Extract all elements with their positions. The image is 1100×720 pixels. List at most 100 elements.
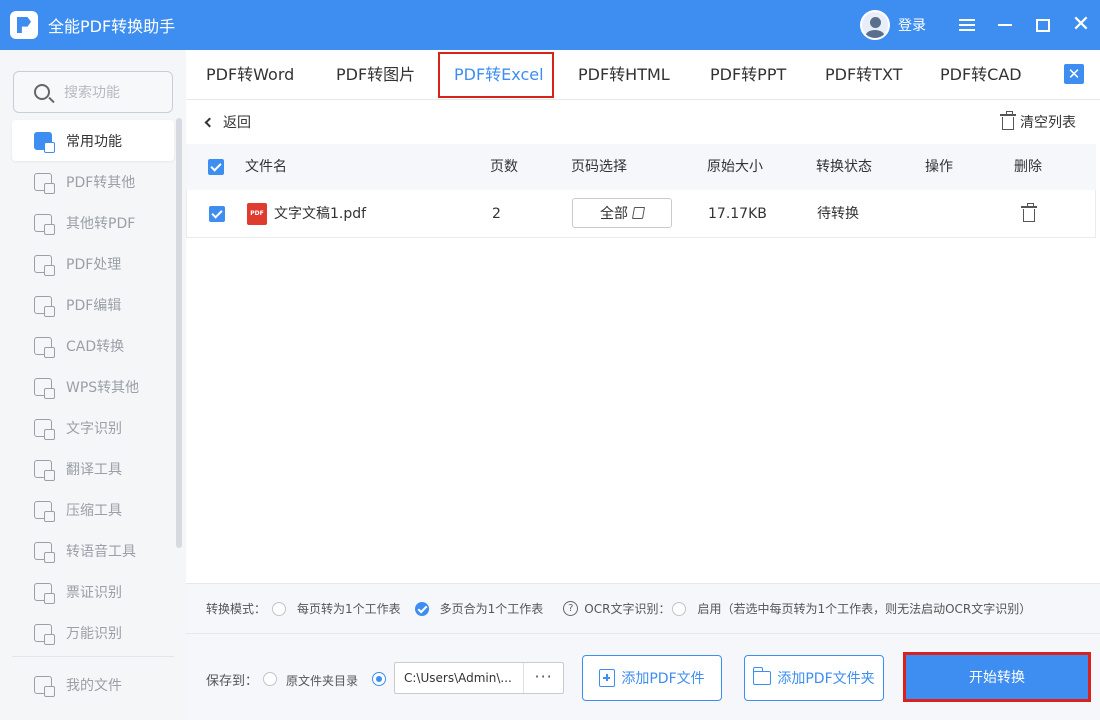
maximize-button[interactable]: [1024, 0, 1062, 50]
conversion-tabs: PDF转Word PDF转图片 PDF转Excel PDF转HTML PDF转P…: [186, 50, 1100, 100]
close-tab-icon[interactable]: ✕: [1064, 64, 1084, 84]
translate-icon: [34, 459, 55, 481]
maximize-icon: [1036, 18, 1050, 32]
sidebar-item-label: PDF处理: [66, 256, 122, 273]
clear-list-button[interactable]: 清空列表: [1000, 111, 1076, 132]
mode-option2-radio[interactable]: [414, 601, 429, 616]
common-functions-icon: [34, 131, 55, 153]
sidebar-item-pdf-process[interactable]: PDF处理: [12, 243, 174, 284]
header-pages: 页数: [490, 159, 518, 175]
close-icon: ✕: [1071, 12, 1091, 37]
mode-label: 转换模式：: [206, 602, 267, 616]
table-row: PDF 文字文稿1.pdf 2 全部 17.17KB 待转换: [186, 190, 1096, 238]
conversion-mode-bar: 转换模式： 每页转为1个工作表 多页合为1个工作表 ? OCR文字识别： 启用（…: [186, 583, 1100, 633]
pdf-edit-icon: [34, 295, 55, 317]
custom-dir-radio[interactable]: [372, 672, 386, 686]
page-count: 2: [492, 206, 501, 222]
sidebar-item-label: WPS转其他: [66, 379, 140, 396]
tab-pdf-to-ppt[interactable]: PDF转PPT: [710, 50, 786, 100]
delete-row-icon[interactable]: [1021, 203, 1037, 222]
sidebar-item-speech[interactable]: 转语音工具: [12, 530, 174, 571]
back-label: 返回: [223, 115, 251, 131]
sidebar-item-label: 文字识别: [66, 420, 122, 437]
page-select-label: 全部: [600, 206, 628, 222]
other-to-pdf-icon: [34, 213, 55, 235]
ocr-label: OCR文字识别：: [584, 602, 671, 616]
sidebar-item-cad[interactable]: CAD转换: [12, 325, 174, 366]
search-placeholder: 搜索功能: [64, 85, 120, 101]
tab-pdf-to-html[interactable]: PDF转HTML: [578, 50, 670, 100]
chevron-left-icon: [204, 117, 215, 127]
speech-icon: [34, 541, 55, 563]
sidebar-item-pdf-to-other[interactable]: PDF转其他: [12, 161, 174, 202]
edit-icon: [631, 207, 646, 219]
universal-recognition-icon: [34, 623, 55, 645]
help-icon[interactable]: ?: [563, 601, 579, 616]
mode-option1-radio[interactable]: [272, 601, 287, 616]
sidebar-item-other-to-pdf[interactable]: 其他转PDF: [12, 202, 174, 243]
login-link[interactable]: 登录: [898, 15, 926, 35]
start-conversion-button[interactable]: 开始转换: [903, 652, 1091, 702]
add-pdf-folder-button[interactable]: 添加PDF文件夹: [744, 655, 884, 701]
pdf-to-other-icon: [34, 172, 55, 194]
minimize-button[interactable]: [986, 0, 1024, 50]
back-button[interactable]: 返回: [204, 112, 251, 132]
sidebar-item-label: 其他转PDF: [66, 215, 136, 232]
sidebar-item-label: PDF编辑: [66, 297, 122, 314]
output-path-value: C:\Users\Admin\...: [404, 671, 512, 685]
page-select-button[interactable]: 全部: [572, 198, 672, 228]
tab-pdf-to-word[interactable]: PDF转Word: [206, 50, 294, 100]
select-all-checkbox[interactable]: [208, 159, 224, 175]
source-dir-radio[interactable]: [263, 672, 277, 686]
sidebar-item-compress[interactable]: 压缩工具: [12, 489, 174, 530]
tab-pdf-to-cad[interactable]: PDF转CAD: [940, 50, 1022, 100]
add-pdf-folder-label: 添加PDF文件夹: [777, 671, 875, 687]
bottom-bar: 保存到： 原文件夹目录 C:\Users\Admin\... ··· 添加PDF…: [186, 633, 1100, 720]
sidebar: 搜索功能 常用功能 PDF转其他 其他转PDF PDF处理 PDF编辑 CAD转…: [0, 50, 186, 720]
add-pdf-file-button[interactable]: 添加PDF文件: [582, 655, 722, 701]
header-action: 操作: [925, 159, 953, 175]
sidebar-item-my-files[interactable]: 我的文件: [12, 664, 174, 705]
search-icon: [34, 84, 50, 100]
header-page-select: 页码选择: [571, 159, 627, 175]
sidebar-item-label: 转语音工具: [66, 543, 136, 560]
sidebar-item-ticket[interactable]: 票证识别: [12, 571, 174, 612]
ocr-enable-radio[interactable]: [672, 601, 687, 616]
ticket-recognition-icon: [34, 582, 55, 604]
output-path-field[interactable]: C:\Users\Admin\... ···: [394, 662, 564, 694]
hamburger-menu-icon: [959, 19, 975, 31]
sidebar-item-label: PDF转其他: [66, 174, 136, 191]
close-window-button[interactable]: ✕: [1062, 0, 1100, 50]
folder-icon: [752, 667, 772, 685]
add-file-icon: [599, 669, 616, 687]
sidebar-item-wps[interactable]: WPS转其他: [12, 366, 174, 407]
sidebar-scrollbar[interactable]: [176, 118, 182, 548]
app-title: 全能PDF转换助手: [48, 17, 176, 36]
app-logo-icon: [10, 11, 38, 39]
search-input[interactable]: 搜索功能: [13, 71, 173, 113]
tab-pdf-to-image[interactable]: PDF转图片: [336, 50, 415, 100]
sidebar-item-universal[interactable]: 万能识别: [12, 612, 174, 653]
pdf-process-icon: [34, 254, 55, 276]
add-pdf-file-label: 添加PDF文件: [621, 671, 705, 687]
sidebar-nav: 常用功能 PDF转其他 其他转PDF PDF处理 PDF编辑 CAD转换 WPS…: [12, 120, 174, 653]
user-avatar-icon[interactable]: [860, 10, 890, 40]
browse-path-button[interactable]: ···: [523, 663, 563, 693]
trash-icon: [1000, 111, 1016, 130]
tab-pdf-to-txt[interactable]: PDF转TXT: [825, 50, 902, 100]
sidebar-item-pdf-edit[interactable]: PDF编辑: [12, 284, 174, 325]
mode-option2-label: 多页合为1个工作表: [439, 602, 544, 616]
my-files-icon: [34, 675, 55, 697]
menu-button[interactable]: [948, 0, 986, 50]
tab-pdf-to-excel[interactable]: PDF转Excel: [454, 50, 544, 100]
row-checkbox[interactable]: [209, 206, 225, 222]
save-to-label: 保存到：: [206, 674, 259, 689]
sidebar-divider: [12, 656, 174, 657]
clear-list-label: 清空列表: [1020, 115, 1076, 131]
conversion-status: 待转换: [817, 206, 859, 222]
sidebar-item-common[interactable]: 常用功能: [12, 120, 174, 161]
header-delete: 删除: [1014, 159, 1042, 175]
sidebar-item-label: 常用功能: [66, 133, 122, 150]
sidebar-item-translate[interactable]: 翻译工具: [12, 448, 174, 489]
sidebar-item-text-recognition[interactable]: 文字识别: [12, 407, 174, 448]
